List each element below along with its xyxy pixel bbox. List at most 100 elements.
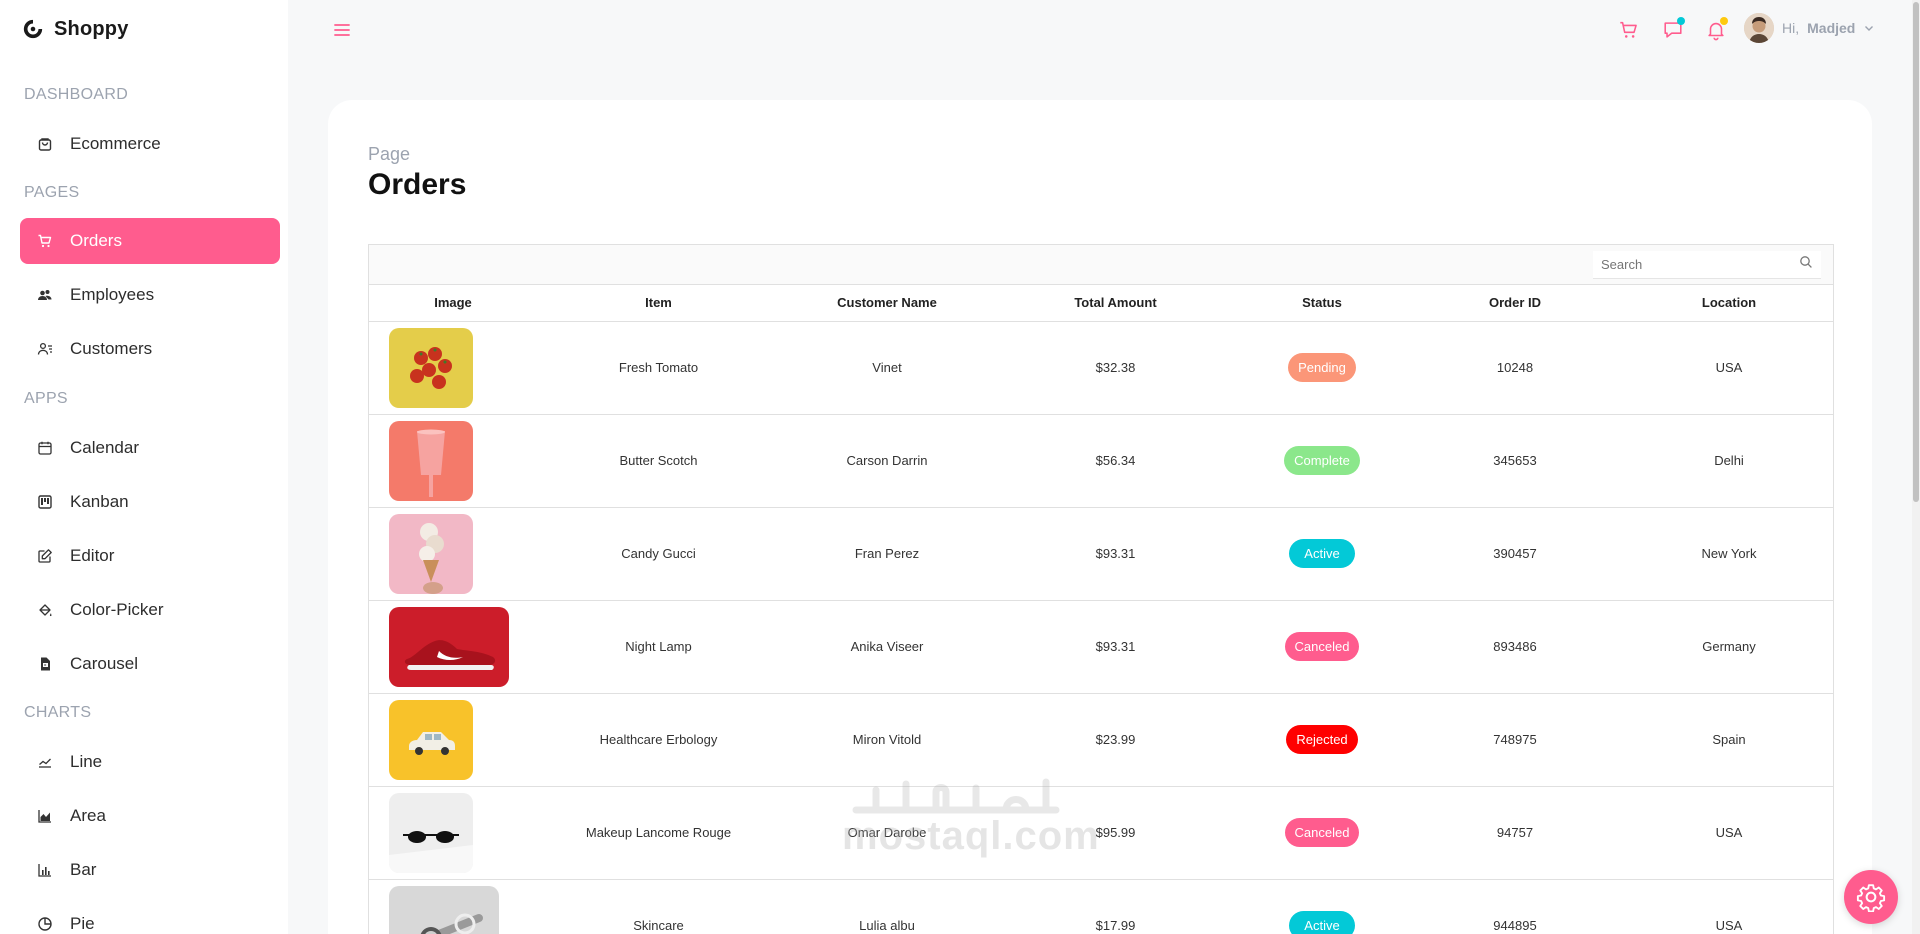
table-header-row: Image Item Customer Name Total Amount St… xyxy=(369,285,1833,322)
grid-toolbar xyxy=(369,245,1833,285)
sidebar-item-color-picker[interactable]: Color-Picker xyxy=(20,587,280,633)
status-badge: Complete xyxy=(1284,446,1360,475)
shopping-bag-icon xyxy=(36,135,54,153)
section-charts: CHARTS xyxy=(24,704,92,721)
cell-item: Healthcare Erbology xyxy=(537,693,780,787)
sidebar-item-employees[interactable]: Employees xyxy=(20,272,280,318)
watermark-text: mostaql.com xyxy=(842,814,1100,858)
user-list-icon xyxy=(36,340,54,358)
sidebar-item-calendar[interactable]: Calendar xyxy=(20,425,280,471)
sidebar-item-ecommerce[interactable]: Ecommerce xyxy=(20,121,280,167)
cell-location: USA xyxy=(1623,321,1833,415)
sidebar-item-line[interactable]: Line xyxy=(20,739,280,785)
column-header-total-amount[interactable]: Total Amount xyxy=(994,285,1237,322)
sidebar-item-editor[interactable]: Editor xyxy=(20,533,280,579)
cell-location: USA xyxy=(1623,879,1833,934)
user-menu[interactable]: Hi, Madjed xyxy=(1744,13,1875,43)
cell-amount: $93.31 xyxy=(994,600,1237,694)
cell-order-id: 345653 xyxy=(1407,414,1623,508)
table-row[interactable]: Butter Scotch Carson Darrin $56.34 Compl… xyxy=(369,414,1833,508)
cell-order-id: 390457 xyxy=(1407,507,1623,601)
brand[interactable]: Shoppy xyxy=(22,16,129,42)
table-row[interactable]: Makeup Lancome Rouge Omar Darobe $95.99 … xyxy=(369,786,1833,880)
notifications-button[interactable] xyxy=(1702,16,1730,44)
cell-item: Candy Gucci xyxy=(537,507,780,601)
sidebar-item-label: Area xyxy=(70,806,106,825)
sidebar-item-label: Editor xyxy=(70,546,115,565)
orders-card: Page Orders Image Item Customer Name Tot… xyxy=(328,100,1872,934)
orders-grid: Image Item Customer Name Total Amount St… xyxy=(368,244,1834,934)
cell-customer: Fran Perez xyxy=(780,507,994,601)
cell-item: Night Lamp xyxy=(537,600,780,694)
product-image-candy xyxy=(389,513,473,594)
search-icon[interactable] xyxy=(1799,255,1813,274)
cart-button[interactable] xyxy=(1615,16,1643,44)
column-header-order-id[interactable]: Order ID xyxy=(1407,285,1623,322)
column-header-customer-name[interactable]: Customer Name xyxy=(780,285,994,322)
sidebar-item-orders[interactable]: Orders xyxy=(20,218,280,264)
cart-icon xyxy=(1620,21,1637,38)
calendar-icon xyxy=(36,439,54,457)
section-pages: PAGES xyxy=(24,184,80,201)
status-badge: Rejected xyxy=(1286,725,1358,754)
cell-amount: $17.99 xyxy=(994,879,1237,934)
cell-order-id: 944895 xyxy=(1407,879,1623,934)
scrollbar-thumb[interactable] xyxy=(1913,2,1919,502)
pie-chart-icon xyxy=(36,915,54,933)
search-box[interactable] xyxy=(1593,251,1821,279)
status-badge: Active xyxy=(1289,911,1355,934)
chat-button[interactable] xyxy=(1659,16,1687,44)
sidebar-item-carousel[interactable]: Carousel xyxy=(20,641,280,687)
cell-order-id: 10248 xyxy=(1407,321,1623,415)
column-header-status[interactable]: Status xyxy=(1237,285,1407,322)
cell-customer: Anika Viseer xyxy=(780,600,994,694)
cart-icon xyxy=(36,232,54,250)
cell-amount: $93.31 xyxy=(994,507,1237,601)
table-row[interactable]: Skincare Lulia albu $17.99 Active 944895… xyxy=(369,879,1833,934)
bar-chart-icon xyxy=(36,861,54,879)
sidebar-item-customers[interactable]: Customers xyxy=(20,326,280,372)
column-header-item[interactable]: Item xyxy=(537,285,780,322)
cell-location: New York xyxy=(1623,507,1833,601)
gear-icon xyxy=(1856,884,1886,912)
sidebar-item-bar[interactable]: Bar xyxy=(20,847,280,893)
sidebar-item-label: Carousel xyxy=(70,654,139,673)
table-row[interactable]: Night Lamp Anika Viseer $93.31 Canceled … xyxy=(369,600,1833,694)
table-row[interactable]: Fresh Tomato Vinet $32.38 Pending 10248 … xyxy=(369,321,1833,415)
column-header-location[interactable]: Location xyxy=(1623,285,1833,322)
cell-item: Skincare xyxy=(537,879,780,934)
sidebar: Shoppy DASHBOARD Ecommerce PAGES Orders … xyxy=(0,0,288,934)
kanban-icon xyxy=(36,493,54,511)
cell-customer: Lulia albu xyxy=(780,879,994,934)
settings-button[interactable] xyxy=(1844,870,1898,924)
sidebar-item-label: Employees xyxy=(70,285,155,304)
watermark-logo xyxy=(852,778,1060,814)
orders-table: Image Item Customer Name Total Amount St… xyxy=(369,285,1833,934)
status-badge: Canceled xyxy=(1284,818,1360,847)
section-dashboard: DASHBOARD xyxy=(24,86,129,103)
menu-toggle-button[interactable] xyxy=(330,18,354,42)
users-icon xyxy=(36,286,54,304)
product-image-makeup xyxy=(389,792,473,873)
cell-item: Makeup Lancome Rouge xyxy=(537,786,780,880)
sidebar-item-label: Bar xyxy=(70,860,97,879)
sidebar-item-pie[interactable]: Pie xyxy=(20,901,280,934)
edit-icon xyxy=(36,547,54,565)
sidebar-item-kanban[interactable]: Kanban xyxy=(20,479,280,525)
table-row[interactable]: Candy Gucci Fran Perez $93.31 Active 390… xyxy=(369,507,1833,601)
sidebar-item-area[interactable]: Area xyxy=(20,793,280,839)
cell-amount: $56.34 xyxy=(994,414,1237,508)
menu-icon xyxy=(334,24,350,36)
product-image-healthcare xyxy=(389,699,473,780)
table-row[interactable]: Healthcare Erbology Miron Vitold $23.99 … xyxy=(369,693,1833,787)
sidebar-item-label: Kanban xyxy=(70,492,129,511)
brand-logo-icon xyxy=(23,19,43,39)
line-chart-icon xyxy=(36,753,54,771)
bell-notification-dot xyxy=(1720,17,1728,25)
cell-item: Fresh Tomato xyxy=(537,321,780,415)
search-input[interactable] xyxy=(1601,257,1799,272)
column-header-image[interactable]: Image xyxy=(369,285,537,322)
paint-bucket-icon xyxy=(36,601,54,619)
sidebar-item-label: Pie xyxy=(70,914,95,933)
sidebar-item-label: Calendar xyxy=(70,438,139,457)
